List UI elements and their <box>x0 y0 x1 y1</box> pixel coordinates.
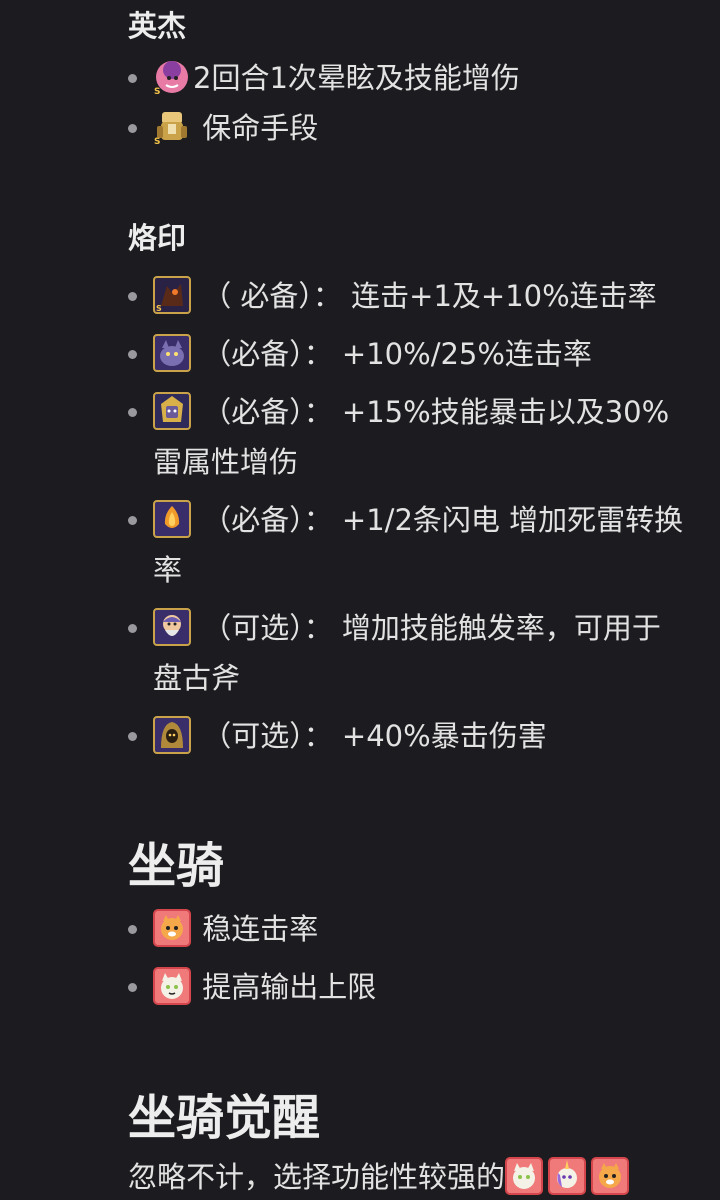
list-item: （必备）： +1/2条闪电 增加死雷转换率 <box>128 495 688 595</box>
heroes-heading: 英杰 <box>128 9 187 43</box>
list-item: （可选）： +40%暴击伤害 <box>128 711 688 761</box>
list-item: 提高输出上限 <box>128 962 376 1012</box>
hero-fire-girl-icon: S <box>153 58 191 96</box>
brands-heading: 烙印 <box>128 221 187 255</box>
brand-dark-bird-icon: S <box>153 276 191 314</box>
mount-awakening-heading: 坐骑觉醒 <box>128 1090 321 1146</box>
bullet <box>128 74 137 83</box>
mount-unicorn-icon <box>548 1157 587 1195</box>
list-item: 稳连击率 <box>128 904 376 954</box>
mount-white-cat-icon <box>505 1157 544 1195</box>
heroes-list: S 2回合1次晕眩及技能增伤 S 保命手段 <box>128 53 520 153</box>
bullet <box>128 292 137 301</box>
bullet <box>128 983 137 992</box>
section-brands: 烙印 S （ 必备）： 连击+1及+10%连击率 （必备）： +10%/25%连… <box>128 218 688 761</box>
brands-list: S （ 必备）： 连击+1及+10%连击率 （必备）： +10%/25%连击率 … <box>128 271 688 761</box>
bullet <box>128 124 137 133</box>
mount-awakening-text: 忽略不计，选择功能性较强的 <box>128 1154 634 1200</box>
bullet <box>128 624 137 633</box>
mounts-heading: 坐骑 <box>128 838 225 894</box>
brand-hooded-icon <box>153 716 191 754</box>
section-mount-awakening: 坐骑觉醒 忽略不计，选择功能性较强的 <box>128 1088 634 1200</box>
brand-old-man-icon <box>153 608 191 646</box>
section-heroes: 英杰 S 2回合1次晕眩及技能增伤 S 保命手段 <box>128 6 520 153</box>
list-item: （可选）： 增加技能触发率，可用于盘古斧 <box>128 603 688 703</box>
bullet <box>128 350 137 359</box>
brand-pharaoh-icon <box>153 392 191 430</box>
list-item: （必备）： +15%技能暴击以及30%雷属性增伤 <box>128 387 688 487</box>
list-item: S （ 必备）： 连击+1及+10%连击率 <box>128 271 688 321</box>
list-item: S 保命手段 <box>128 103 520 153</box>
brand-wolf-icon <box>153 334 191 372</box>
svg-text:S: S <box>154 87 160 96</box>
mount-orange-beast-icon <box>591 1157 630 1195</box>
mount-white-cat-icon <box>153 967 191 1005</box>
mounts-list: 稳连击率 提高输出上限 <box>128 904 376 1012</box>
bullet <box>128 408 137 417</box>
list-item: S 2回合1次晕眩及技能增伤 <box>128 53 520 103</box>
mount-orange-beast-icon <box>153 909 191 947</box>
list-item: （必备）： +10%/25%连击率 <box>128 329 688 379</box>
hero-armored-knight-icon: S <box>153 108 191 146</box>
bullet <box>128 732 137 741</box>
section-mounts: 坐骑 稳连击率 提高输出上限 <box>128 836 376 1012</box>
svg-text:S: S <box>156 304 162 313</box>
brand-fox-icon <box>153 500 191 538</box>
bullet <box>128 516 137 525</box>
svg-text:S: S <box>154 137 160 146</box>
bullet <box>128 925 137 934</box>
